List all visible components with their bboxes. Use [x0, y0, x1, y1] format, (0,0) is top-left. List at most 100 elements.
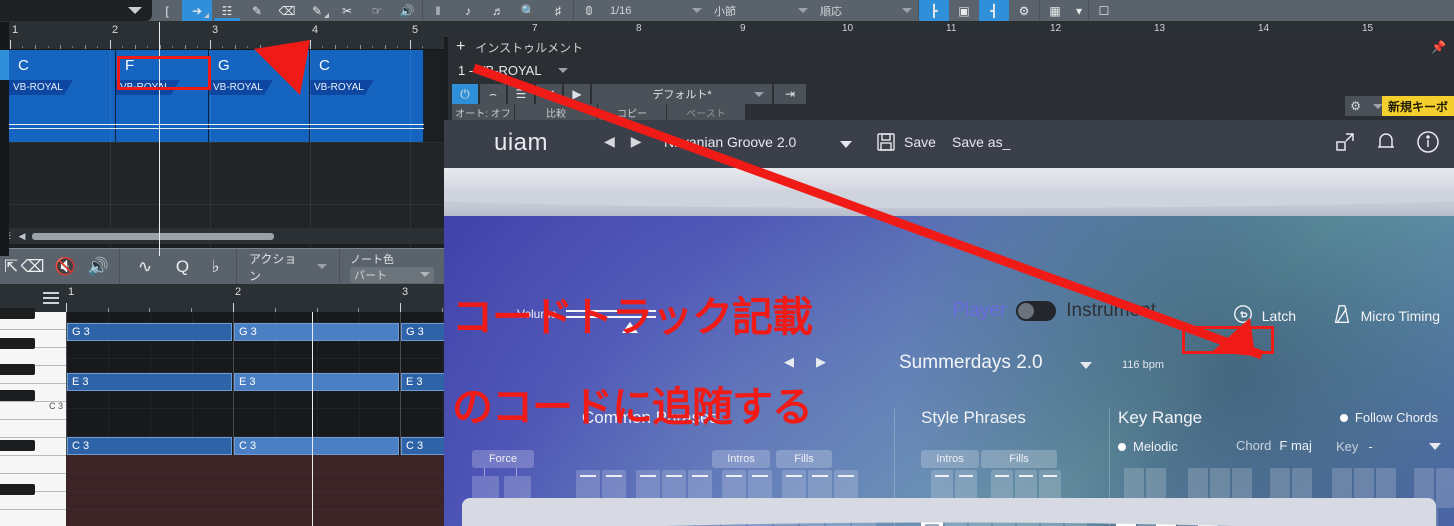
resize-icon[interactable]	[1334, 131, 1356, 158]
chevron-down-icon[interactable]	[1428, 443, 1441, 450]
scrollbar-thumb[interactable]	[32, 232, 274, 240]
instrument-rack-panel[interactable]: + インストゥルメント 📌 1 - VB-ROYAL ⏻ ⌢ ☰ ◀ ▶ デフォ…	[448, 36, 1454, 122]
speaker-icon[interactable]: 🔊	[82, 257, 115, 277]
black-key[interactable]	[0, 338, 35, 349]
cursor-corner-icon[interactable]: ⇱	[4, 257, 18, 277]
preset-prev-button[interactable]: ◀	[536, 84, 562, 104]
black-key[interactable]	[0, 484, 35, 495]
note-g3[interactable]: G 3	[401, 323, 444, 341]
bypass-icon[interactable]: ⌢	[480, 84, 506, 104]
route-icon[interactable]: ⇥	[774, 84, 806, 104]
black-key[interactable]	[0, 440, 35, 451]
save-icon[interactable]	[876, 132, 896, 157]
eraser-icon[interactable]: ⌫	[16, 257, 49, 277]
scroll-left-icon[interactable]: ◀	[14, 231, 30, 242]
latch-control[interactable]: Latch	[1232, 303, 1296, 328]
bell-icon[interactable]	[1376, 131, 1396, 158]
auto-state-label[interactable]: オート: オフ	[452, 104, 514, 120]
track-clip[interactable]: VB-ROYAL	[310, 80, 424, 142]
fills-chip[interactable]: Fills	[981, 450, 1057, 468]
note-c3[interactable]: C 3	[67, 437, 232, 455]
note-color-control[interactable]: ノート色 パート	[344, 251, 440, 283]
preset-next-icon[interactable]: ▶	[631, 133, 642, 150]
quantize-q-icon[interactable]: Q	[166, 257, 199, 277]
black-key-slot[interactable]	[1436, 468, 1454, 508]
player-instrument-toggle[interactable]: Player Instrument	[952, 300, 1156, 322]
chord-clip[interactable]: C	[9, 50, 116, 80]
snapshot-icon[interactable]: ▣	[949, 0, 979, 21]
playback-icon[interactable]: ♯	[543, 0, 573, 21]
mute-icon[interactable]: 🔊	[392, 0, 422, 21]
force-chip[interactable]: Force	[472, 450, 534, 468]
piano-keyboard[interactable]: C 3	[0, 308, 66, 526]
copy-button[interactable]: コピー	[598, 104, 666, 120]
quantize-value-dropdown[interactable]: 1/16	[604, 0, 708, 21]
note-e3[interactable]: E 3	[67, 373, 232, 391]
daw-toolbar[interactable]: [ ➔ ☷ ✎ ⌫ ✎ ✂ ☞ 🔊 ‖ ♪ ♬ 🔍 ♯ 𝟘 1/16 小節 順応…	[0, 0, 1454, 22]
chevron-down-icon[interactable]	[557, 67, 568, 73]
marker-right-icon[interactable]: ┫	[979, 0, 1009, 21]
style-name-label[interactable]: Summerdays 2.0	[899, 352, 1043, 374]
pencil-icon[interactable]: ✎	[302, 0, 332, 21]
note-g3[interactable]: G 3	[234, 323, 399, 341]
piano-roll-grid[interactable]: G 3 G 3 G 3 E 3 E 3 E 3 C 3 C 3 C 3	[66, 312, 444, 526]
piano-roll-toolbar[interactable]: ⇱ ⌫ 🔇 🔊 ∿ Q ♭ アクション ノート色 パート	[0, 248, 444, 284]
preset-list-icon[interactable]: ☰	[508, 84, 534, 104]
new-keyboard-badge[interactable]: 新規キーボ	[1381, 96, 1454, 116]
arrangement-ruler[interactable]: 1 2 3 4 5	[0, 22, 444, 50]
transpose-icon[interactable]: ♭	[199, 257, 232, 277]
intros-chip[interactable]: Intros	[712, 450, 770, 468]
chevron-down-icon[interactable]: ▾	[1070, 0, 1088, 21]
frame-icon[interactable]: ☐	[1089, 0, 1119, 21]
instrument-track-lane[interactable]: VB-ROYAL VB-ROYAL VB-ROYAL VB-ROYAL	[0, 80, 444, 142]
fills-chip[interactable]: Fills	[776, 450, 832, 468]
black-key[interactable]	[0, 308, 35, 319]
bracket-icon[interactable]: [	[152, 0, 182, 21]
save-as-button[interactable]: Save as_	[952, 134, 1010, 150]
note-e3[interactable]: E 3	[401, 373, 444, 391]
arrangement-scrollbar[interactable]: ☰ ◀	[0, 228, 444, 244]
pin-icon[interactable]: 📌	[1431, 40, 1446, 54]
chord-clip[interactable]: C	[310, 50, 424, 80]
cursor-arrow-icon[interactable]: ➔	[182, 0, 212, 21]
range-select-icon[interactable]: ☷	[212, 0, 242, 21]
chord-clip[interactable]: G	[209, 50, 310, 80]
instrument-add-row[interactable]: + インストゥルメント	[448, 36, 583, 58]
paste-button[interactable]: ペースト	[667, 104, 745, 120]
style-next-icon[interactable]: ▶	[816, 354, 826, 370]
melodic-option[interactable]: Melodic	[1118, 439, 1178, 454]
arrangement-view[interactable]: 1 2 3 4 5 C F G C VB-ROYAL VB-ROYAL VB-R…	[0, 22, 444, 256]
plus-icon[interactable]: +	[456, 38, 465, 56]
player-mode-label[interactable]: Player	[952, 300, 1006, 322]
playhead[interactable]	[312, 312, 313, 526]
mode-switch[interactable]	[1016, 301, 1057, 321]
gear-icon[interactable]: ⚙	[1350, 99, 1361, 113]
track-clip[interactable]: VB-ROYAL	[9, 80, 116, 142]
note-e3[interactable]: E 3	[234, 373, 399, 391]
compare-button[interactable]: 比較	[515, 104, 597, 120]
mute-icon[interactable]: 🔇	[49, 257, 82, 277]
black-key[interactable]	[0, 390, 35, 401]
quantize-q-icon[interactable]: 𝟘	[574, 0, 604, 21]
note-color-value[interactable]: パート	[350, 266, 434, 283]
color-grid-icon[interactable]: ▦	[1040, 0, 1070, 21]
marker-left-icon[interactable]: ┣	[919, 0, 949, 21]
split-icon[interactable]: ✂	[332, 0, 362, 21]
save-button[interactable]: Save	[904, 134, 936, 150]
piano-roll-ruler[interactable]: 1 2 3	[0, 284, 444, 312]
micro-timing-control[interactable]: Micro Timing	[1331, 303, 1440, 328]
legato-icon[interactable]: ∿	[124, 257, 166, 277]
arrangement-empty-area[interactable]	[0, 142, 444, 234]
instrument-slot-row[interactable]: 1 - VB-ROYAL	[448, 58, 568, 82]
chevron-down-icon[interactable]	[840, 141, 852, 148]
key-selector[interactable]: Key -	[1336, 439, 1441, 454]
grid-mode-dropdown[interactable]: 小節	[708, 0, 814, 21]
erase-icon[interactable]: ⌫	[272, 0, 302, 21]
toolbar-preset-dropdown[interactable]	[0, 0, 152, 21]
preset-name-dropdown[interactable]: デフォルト*	[592, 84, 772, 104]
note-tool-alt-icon[interactable]: ♬	[483, 0, 513, 21]
plugin-preset-name[interactable]: Nirvanian Groove 2.0	[664, 134, 796, 150]
header-right-icons[interactable]	[1334, 130, 1440, 159]
follow-chords-option[interactable]: Follow Chords	[1339, 410, 1438, 425]
snap-mode-dropdown[interactable]: 順応	[814, 0, 918, 21]
